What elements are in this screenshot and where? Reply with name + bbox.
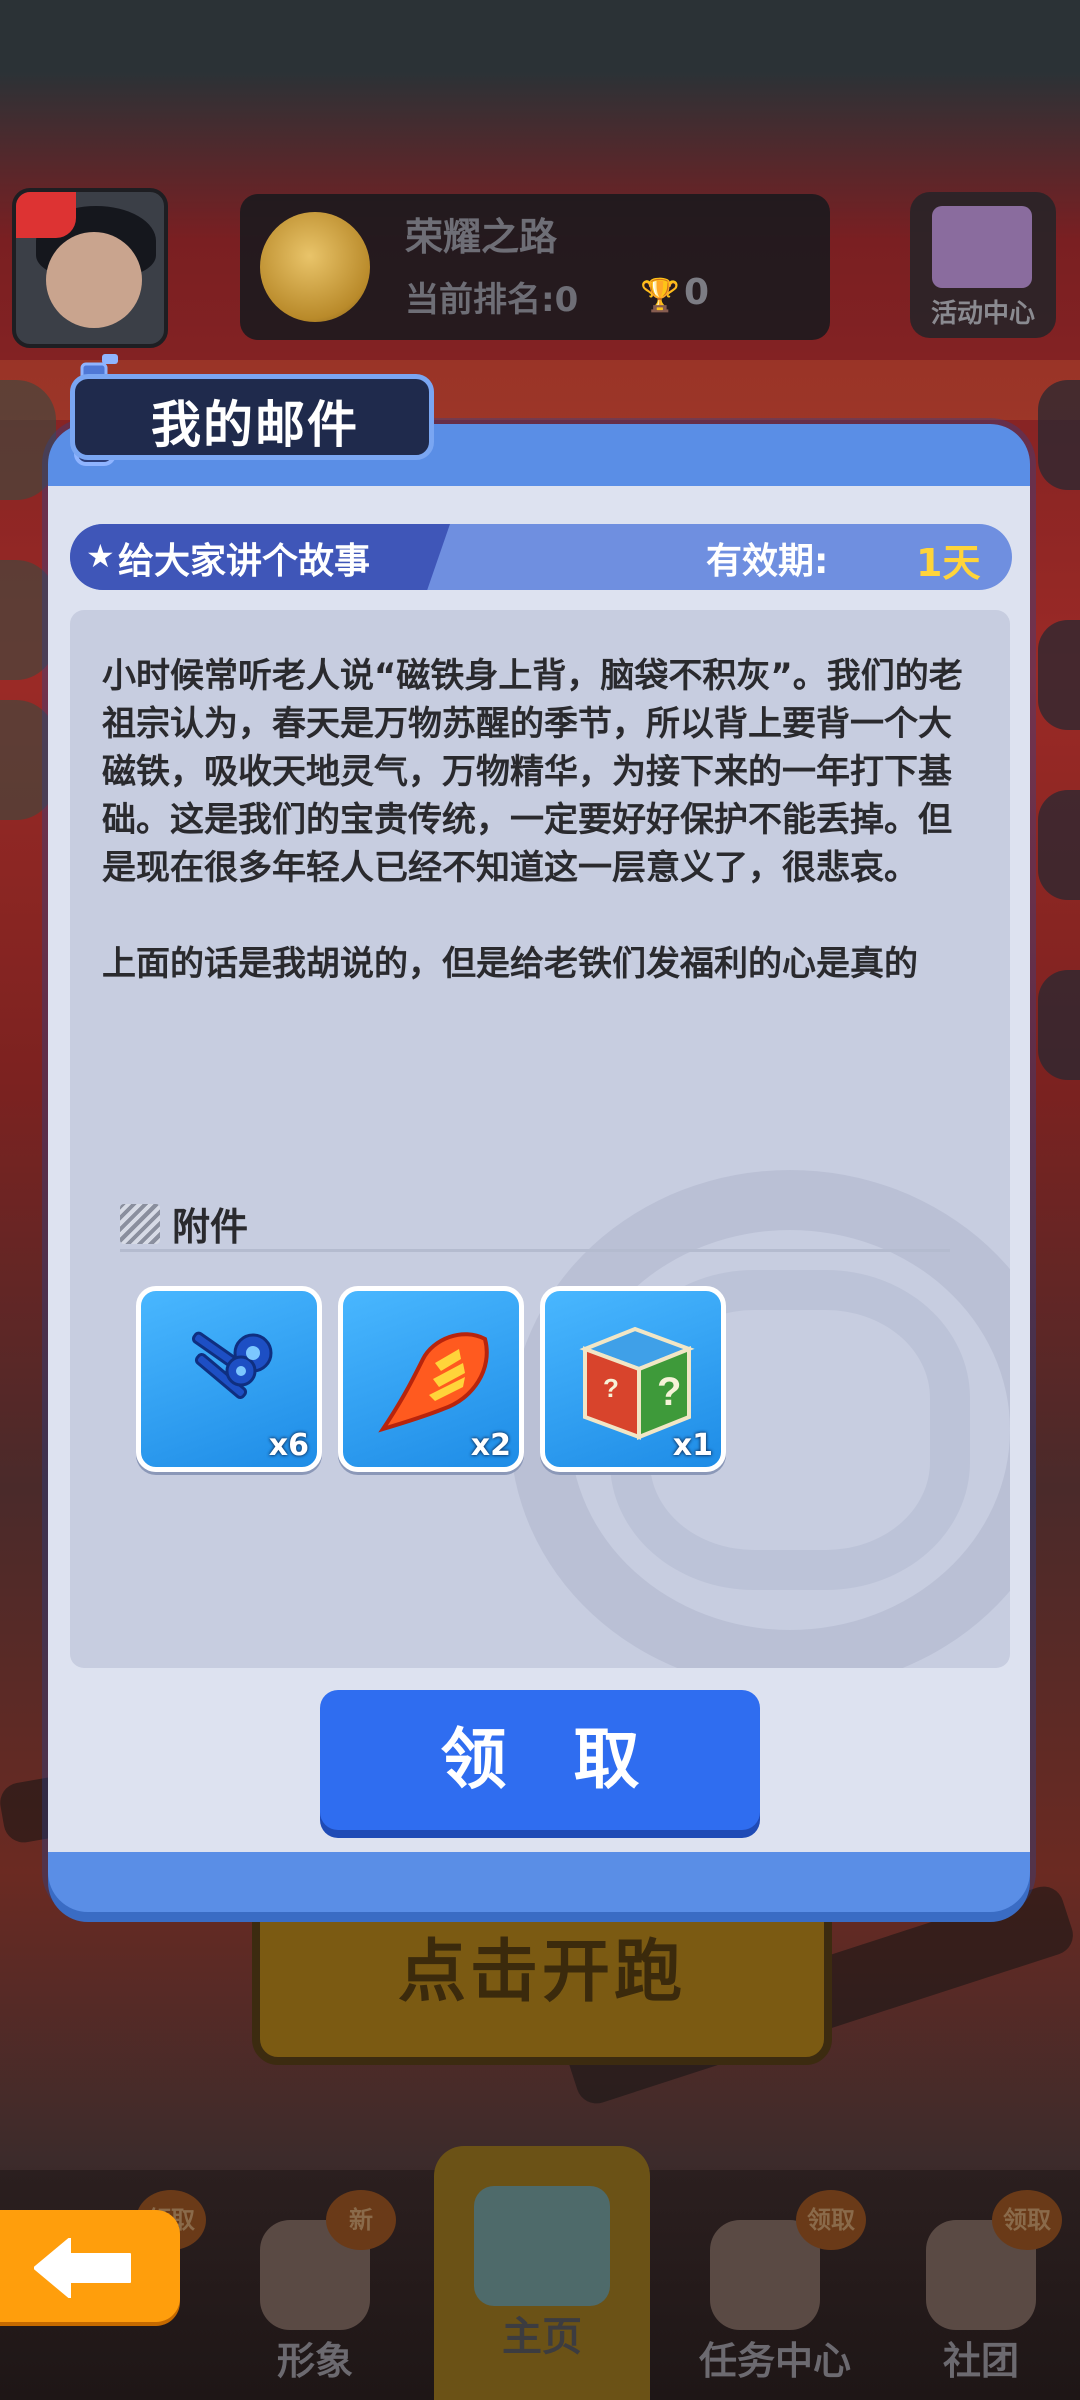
nav-item-task-center[interactable]: 领取 任务中心 — [670, 2190, 880, 2400]
start-run-label: 点击开跑 — [397, 1933, 686, 2012]
mail-content: 小时候常听老人说“磁铁身上背，脑袋不积灰”。我们的老祖宗认为，春天是万物苏醒的季… — [70, 610, 1010, 1668]
attachment-count: x6 — [268, 1428, 309, 1463]
attachment-icon — [120, 1204, 160, 1244]
attachment-count: x2 — [470, 1428, 511, 1463]
side-button-right[interactable] — [1038, 380, 1080, 490]
nav-badge: 新 — [326, 2190, 396, 2250]
mail-body-text: 小时候常听老人说“磁铁身上背，脑袋不积灰”。我们的老祖宗认为，春天是万物苏醒的季… — [102, 656, 963, 984]
player-avatar[interactable] — [12, 188, 168, 348]
svg-text:?: ? — [657, 1370, 681, 1414]
nav-label: 形象 — [276, 2339, 353, 2383]
mail-subject: 给大家讲个故事 — [118, 541, 371, 582]
svg-text:?: ? — [603, 1373, 619, 1403]
validity-value: 1天 — [916, 541, 981, 585]
glory-road-panel[interactable]: 荣耀之路 当前排名:0 🏆 0 — [240, 194, 830, 340]
nav-item-club[interactable]: 领取 社团 — [886, 2190, 1076, 2400]
attachment-item-fire-boost[interactable]: x2 — [338, 1286, 524, 1472]
nav-label: 任务中心 — [698, 2339, 851, 2383]
validity-label: 有效期: — [706, 541, 829, 582]
nav-badge: 领取 — [992, 2190, 1062, 2250]
attachments-header: 附件 — [120, 1192, 950, 1252]
side-button-right[interactable] — [1038, 620, 1080, 730]
back-arrow-icon — [34, 2238, 131, 2298]
attachment-count: x1 — [672, 1428, 713, 1463]
back-button[interactable] — [0, 2210, 180, 2322]
start-run-button[interactable]: 点击开跑 — [252, 1890, 832, 2065]
mail-subject-bar: ★ 给大家讲个故事 有效期: 1天 — [70, 524, 1012, 590]
nav-item-character[interactable]: 新 形象 — [220, 2190, 410, 2400]
activity-center-button[interactable]: 活动中心 — [910, 192, 1056, 338]
star-icon: ★ — [86, 537, 115, 575]
skateboard-icon — [474, 2186, 610, 2306]
attachments-label: 附件 — [172, 1205, 249, 1249]
calendar-icon — [932, 206, 1032, 288]
attachment-item-keys[interactable]: x6 — [136, 1286, 322, 1472]
nav-label: 主页 — [502, 2314, 582, 2360]
mail-title: 我的邮件 — [151, 396, 359, 454]
glory-title: 荣耀之路 — [405, 215, 558, 259]
activity-center-label: 活动中心 — [930, 299, 1035, 329]
claim-button[interactable]: 领 取 — [320, 1690, 760, 1830]
attachment-item-mystery-box[interactable]: ? ? x1 — [540, 1286, 726, 1472]
current-rank: 当前排名:0 — [405, 280, 579, 320]
trophy-count: 0 — [684, 272, 710, 313]
nav-label: 社团 — [942, 2339, 1019, 2383]
nav-badge: 领取 — [796, 2190, 866, 2250]
claim-label: 领 取 — [440, 1721, 662, 1798]
side-button-right[interactable] — [1038, 970, 1080, 1080]
trophy-icon: 🏆 — [640, 276, 680, 314]
mail-title-tab: 我的邮件 — [70, 374, 434, 460]
gold-trophy-icon — [260, 212, 370, 322]
side-button-right[interactable] — [1038, 790, 1080, 900]
nav-item-home[interactable]: 主页 — [434, 2146, 650, 2400]
